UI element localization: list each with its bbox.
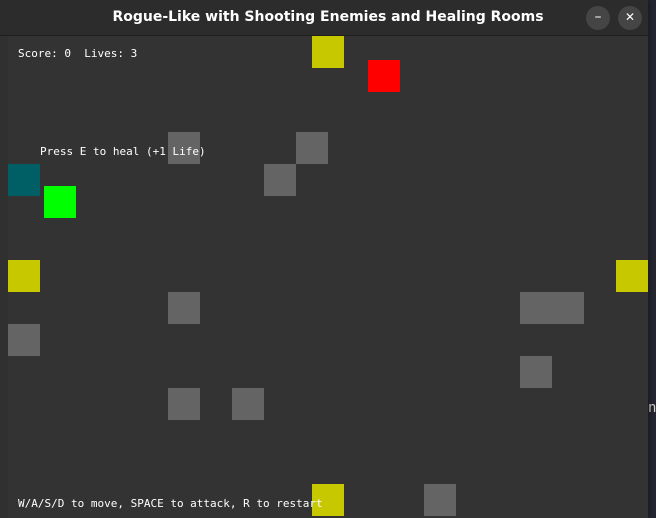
healing-station bbox=[8, 164, 40, 196]
minimize-icon: – bbox=[594, 9, 602, 25]
wall-tile bbox=[232, 388, 264, 420]
wall-tile bbox=[552, 292, 584, 324]
background-text-fragment: n bbox=[648, 400, 656, 416]
wall-tile bbox=[520, 356, 552, 388]
score-lives-label: Score: 0 Lives: 3 bbox=[18, 47, 138, 60]
controls-hint: W/A/S/D to move, SPACE to attack, R to r… bbox=[18, 497, 323, 510]
heal-prompt: Press E to heal (+1 Life) bbox=[40, 145, 206, 158]
game-window: Rogue-Like with Shooting Enemies and Hea… bbox=[0, 0, 648, 518]
wall-tile bbox=[296, 132, 328, 164]
game-canvas[interactable]: Score: 0 Lives: 3 Press E to heal (+1 Li… bbox=[8, 36, 648, 518]
door-tile bbox=[312, 36, 344, 68]
close-icon: ✕ bbox=[624, 10, 636, 24]
door-tile bbox=[616, 260, 648, 292]
wall-tile bbox=[8, 324, 40, 356]
enemy bbox=[368, 60, 400, 92]
door-tile bbox=[8, 260, 40, 292]
window-title: Rogue-Like with Shooting Enemies and Hea… bbox=[112, 9, 544, 25]
wall-tile bbox=[520, 292, 552, 324]
wall-tile bbox=[264, 164, 296, 196]
wall-tile bbox=[168, 292, 200, 324]
close-button[interactable]: ✕ bbox=[618, 6, 642, 30]
title-bar[interactable]: Rogue-Like with Shooting Enemies and Hea… bbox=[0, 0, 648, 36]
minimize-button[interactable]: – bbox=[586, 6, 610, 30]
wall-tile bbox=[424, 484, 456, 516]
player bbox=[44, 186, 76, 218]
wall-tile bbox=[168, 388, 200, 420]
